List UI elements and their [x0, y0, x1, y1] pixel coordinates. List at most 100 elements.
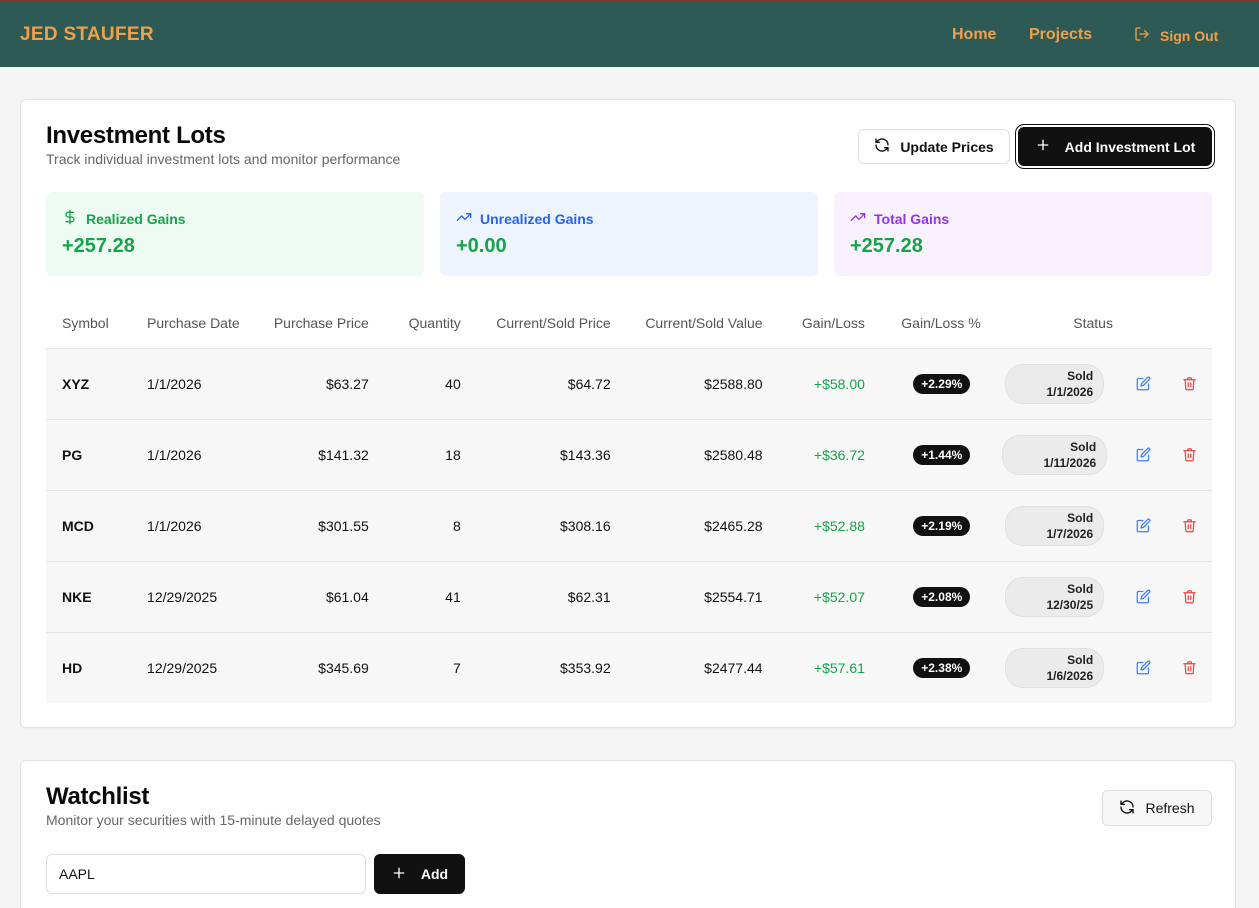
edit-button[interactable] [1134, 373, 1154, 393]
cell-purchase-price: $301.55 [263, 490, 377, 562]
total-gains-value: +257.28 [850, 235, 923, 257]
delete-button[interactable] [1179, 658, 1199, 678]
cell-gain-loss: +$58.00 [770, 348, 873, 420]
cell-quantity: 18 [376, 419, 469, 491]
brand-logo[interactable]: JED STAUFER [20, 24, 154, 46]
sign-out-button[interactable]: Sign Out [1134, 26, 1218, 45]
plus-icon [1035, 137, 1051, 156]
cell-current-value: $2580.48 [618, 419, 771, 491]
header-purchase-date[interactable]: Purchase Date [139, 298, 264, 349]
add-symbol-button[interactable]: Add [374, 854, 465, 894]
gain-loss-pct-badge: +1.44% [913, 444, 971, 465]
cell-purchase-price: $63.27 [263, 348, 377, 420]
refresh-button[interactable]: Refresh [1102, 790, 1212, 826]
cell-purchase-date: 1/1/2026 [139, 490, 264, 562]
watchlist-card: Watchlist Monitor your securities with 1… [20, 760, 1236, 908]
header-status[interactable]: Status [988, 298, 1121, 349]
cell-gain-loss: +$36.72 [770, 419, 873, 491]
table-row: HD 12/29/2025 $345.69 7 $353.92 $2477.44… [46, 632, 1212, 703]
edit-icon [1136, 518, 1151, 533]
cell-gain-loss: +$52.88 [770, 490, 873, 562]
investment-lots-table: Symbol Purchase Date Purchase Price Quan… [46, 298, 1212, 703]
edit-button[interactable] [1134, 586, 1154, 606]
realized-gains-card: Realized Gains +257.28 [46, 192, 424, 276]
refresh-icon [874, 137, 890, 156]
gain-loss-pct-badge: +2.08% [913, 586, 971, 607]
header-quantity[interactable]: Quantity [376, 298, 469, 349]
add-investment-lot-button[interactable]: Add Investment Lot [1018, 127, 1212, 166]
cell-symbol: HD [62, 659, 83, 676]
update-prices-button[interactable]: Update Prices [858, 129, 1010, 164]
header-delete [1166, 298, 1212, 349]
cell-current-price: $62.31 [468, 561, 619, 633]
header-symbol[interactable]: Symbol [46, 298, 140, 349]
cell-purchase-price: $141.32 [263, 419, 377, 491]
cell-current-value: $2477.44 [704, 659, 763, 676]
investment-lots-card: Investment Lots Track individual investm… [20, 99, 1236, 728]
total-gains-label: Total Gains [874, 210, 950, 227]
header-current-price[interactable]: Current/Sold Price [468, 298, 619, 349]
update-prices-label: Update Prices [900, 138, 994, 155]
edit-icon [1136, 447, 1151, 462]
status-label: Sold [1067, 581, 1094, 596]
table-row: PG 1/1/2026 $141.32 18 $143.36 $2580.48 … [46, 419, 1212, 491]
status-label: Sold [1070, 439, 1097, 454]
watchlist-title: Watchlist [46, 783, 150, 810]
add-symbol-label: Add [420, 866, 449, 882]
unrealized-gains-value: +0.00 [456, 235, 507, 257]
unrealized-gains-label: Unrealized Gains [480, 210, 594, 227]
header-gain-loss[interactable]: Gain/Loss [770, 298, 873, 349]
delete-button[interactable] [1179, 515, 1199, 535]
status-date: 1/7/2026 [1046, 526, 1094, 541]
realized-gains-label: Realized Gains [86, 210, 186, 227]
status-label: Sold [1067, 510, 1094, 525]
dollar-icon [62, 209, 78, 228]
cell-current-price: $143.36 [468, 419, 619, 491]
delete-button[interactable] [1179, 444, 1199, 464]
edit-icon [1136, 589, 1151, 604]
cell-current-price: $64.72 [468, 348, 619, 420]
gain-loss-pct-badge: +2.19% [913, 515, 971, 536]
cell-current-value: $2465.28 [618, 490, 771, 562]
total-gains-card: Total Gains +257.28 [834, 192, 1212, 276]
cell-current-price: $353.92 [560, 659, 611, 676]
cell-symbol: PG [46, 419, 140, 491]
cell-current-price: $308.16 [468, 490, 619, 562]
cell-symbol: MCD [46, 490, 140, 562]
nav-link-home[interactable]: Home [952, 26, 996, 44]
status-date: 1/1/2026 [1046, 384, 1094, 399]
refresh-label: Refresh [1145, 800, 1195, 816]
header-purchase-price[interactable]: Purchase Price [263, 298, 377, 349]
cell-purchase-price: $345.69 [318, 659, 369, 676]
watchlist-subtitle: Monitor your securities with 15-minute d… [46, 812, 381, 828]
cell-quantity: 40 [376, 348, 469, 420]
status-badge: Sold 1/7/2026 [1005, 505, 1105, 546]
refresh-icon [1119, 799, 1135, 818]
header-gain-loss-pct[interactable]: Gain/Loss % [872, 298, 989, 349]
trending-up-icon [456, 209, 472, 228]
header-edit [1120, 298, 1167, 349]
symbol-input[interactable] [46, 854, 366, 894]
edit-button[interactable] [1134, 658, 1154, 678]
delete-button[interactable] [1179, 586, 1199, 606]
trending-up-icon [850, 209, 866, 228]
delete-button[interactable] [1179, 373, 1199, 393]
sign-out-icon [1134, 26, 1150, 45]
cell-quantity: 8 [376, 490, 469, 562]
status-date: 1/11/2026 [1043, 455, 1097, 470]
table-row: NKE 12/29/2025 $61.04 41 $62.31 $2554.71… [46, 561, 1212, 633]
edit-button[interactable] [1134, 515, 1154, 535]
header-current-value[interactable]: Current/Sold Value [618, 298, 771, 349]
table-header-row: Symbol Purchase Date Purchase Price Quan… [46, 298, 1212, 349]
cell-purchase-date: 12/29/2025 [139, 561, 264, 633]
cell-purchase-date: 12/29/2025 [147, 659, 218, 676]
status-badge: Sold 12/30/25 [1005, 576, 1105, 617]
status-date: 12/30/25 [1046, 597, 1094, 612]
cell-symbol: XYZ [46, 348, 140, 420]
cell-purchase-date: 1/1/2026 [139, 348, 264, 420]
nav-link-projects[interactable]: Projects [1029, 26, 1092, 44]
edit-button[interactable] [1134, 444, 1154, 464]
gain-loss-pct-badge: +2.38% [913, 657, 971, 678]
trash-icon [1182, 519, 1196, 533]
plus-icon [391, 865, 407, 884]
